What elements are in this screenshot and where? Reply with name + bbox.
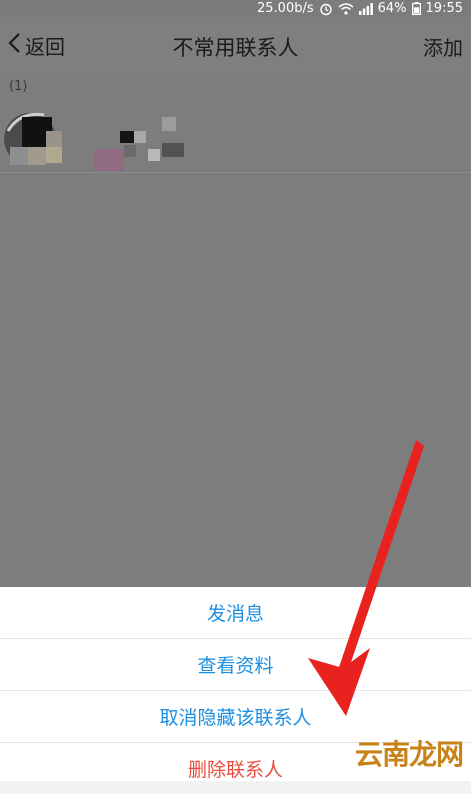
battery-level: 64% <box>377 1 407 16</box>
group-header: (1) <box>9 79 28 94</box>
view-profile-option[interactable]: 查看资料 <box>0 639 471 691</box>
add-button[interactable]: 添加 <box>423 32 463 61</box>
contact-row[interactable] <box>0 101 471 173</box>
title-bar: 返回 不常用联系人 添加 <box>0 17 471 73</box>
network-speed: 25.00b/s <box>257 1 314 16</box>
watermark-logo: 云南龙网 <box>354 738 464 771</box>
alarm-icon <box>319 2 333 16</box>
page-title: 不常用联系人 <box>172 36 299 60</box>
clock-time: 19:55 <box>425 1 463 16</box>
pixelated-contact-info <box>4 112 184 171</box>
send-message-option[interactable]: 发消息 <box>0 587 471 639</box>
divider <box>0 172 471 173</box>
status-bar: 25.00b/s 64% 19:55 <box>0 0 471 17</box>
wifi-icon <box>338 2 354 15</box>
battery-icon <box>411 2 421 15</box>
signal-icon <box>358 2 373 15</box>
contact-list: (1) <box>0 73 471 588</box>
